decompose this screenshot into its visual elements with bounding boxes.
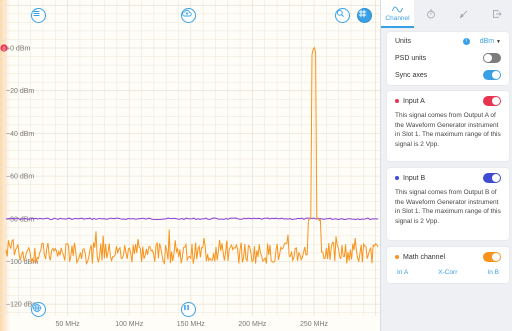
trace-input-b [5,217,379,221]
psd-toggle[interactable] [483,53,501,63]
units-row: Units i dBm ▼ [395,35,501,47]
tab-channel[interactable]: Channel [381,0,414,28]
menu-icon [33,11,40,16]
input-a-description: This signal comes from Output A of the W… [395,112,501,148]
toggle-knob [492,97,500,105]
side-panel: Channel Units i dBm ▼ PSD units Sync axe… [380,0,512,331]
sync-axes-toggle[interactable] [483,70,501,80]
crosshair-icon [358,9,367,18]
y-tick-label: −40 dBm [6,131,34,138]
x-tick-label: 250 MHz [300,321,329,328]
stopwatch-icon [426,9,435,19]
input-a-header: Input A [395,95,501,107]
math-channel-header: Math channel [395,251,501,263]
panel-tabs: Channel [381,0,512,28]
autoscale-icon [32,303,42,313]
input-a-color-dot [395,99,399,103]
units-value: dBm [479,37,495,45]
units-label: Units [395,37,411,45]
math-input-a-select[interactable]: In A [397,269,408,276]
ruler-icon [459,10,467,19]
autoscale-button[interactable] [31,302,46,317]
math-channel-label: Math channel [403,253,446,261]
psd-row: PSD units [395,52,501,64]
sync-axes-label: Sync axes [395,71,428,79]
sync-axes-row: Sync axes [395,69,501,81]
pause-icon [184,305,189,310]
math-operation-select[interactable]: X-Corr [438,269,457,276]
toggle-knob [484,54,492,62]
offset-marker-label: 0 [2,46,5,52]
toggle-knob [492,71,500,79]
pause-button[interactable] [181,302,196,317]
spectrum-analyzer-app: +0 dBm −20 dBm −40 dBm −60 dBm −80 dBm −100 d… [0,0,512,331]
input-b-header: Input B [395,172,501,184]
cloud-icon [182,9,192,17]
x-tick-label: 150 MHz [177,321,206,328]
y-tick-label: −20 dBm [6,88,34,95]
psd-label: PSD units [395,54,427,62]
x-axis-labels: 50 MHz 100 MHz 150 MHz 200 MHz 250 MHz [56,321,329,328]
input-a-card: Input A This signal comes from Output A … [387,91,509,161]
tab-timebase[interactable] [414,0,447,28]
info-icon[interactable]: i [462,37,470,45]
exit-icon [492,10,502,18]
y-tick-label: +0 dBm [6,46,30,53]
input-b-color-dot [395,176,399,180]
input-b-card: Input B This signal comes from Output B … [387,168,509,240]
chevron-down-icon: ▼ [496,38,501,45]
input-a-label: Input A [403,97,425,105]
wave-icon [392,6,403,12]
y-axis-labels: +0 dBm−20 dBm−40 dBm−60 dBm−80 dBm−100 d… [6,46,38,309]
zoom-button[interactable] [335,8,350,23]
input-a-toggle[interactable] [483,96,501,106]
trace-input-a [5,46,379,266]
math-channel-color-dot [395,255,399,259]
toggle-knob [492,174,500,182]
tab-measure[interactable] [447,0,480,28]
math-input-b-select[interactable]: In B [487,269,499,276]
math-channel-toggle[interactable] [483,252,501,262]
math-channel-card: Math channel In A X-Corr In B [387,247,509,283]
math-operands: In A X-Corr In B [397,269,499,276]
spectrum-plot[interactable]: +0 dBm −20 dBm −40 dBm −60 dBm −80 dBm −100 d… [0,0,380,331]
plot-grid [0,0,380,316]
settings-card: Units i dBm ▼ PSD units Sync axes [387,32,509,85]
tab-export[interactable] [480,0,512,28]
menu-button[interactable] [31,8,46,23]
cloud-button[interactable] [181,8,196,23]
input-b-label: Input B [403,174,426,182]
y-tick-label: −60 dBm [6,174,34,181]
x-tick-label: 200 MHz [238,321,267,328]
input-b-description: This signal comes from Output B of the W… [395,189,501,225]
x-tick-label: 50 MHz [56,321,81,328]
plot-canvas[interactable]: +0 dBm−20 dBm−40 dBm−60 dBm−80 dBm−100 d… [0,0,380,331]
x-tick-label: 100 MHz [115,321,144,328]
units-select[interactable]: dBm ▼ [480,38,501,45]
input-b-toggle[interactable] [483,173,501,183]
tab-channel-label: Channel [385,14,410,22]
toggle-knob [492,253,500,261]
cursor-button[interactable] [357,8,372,23]
zoom-icon [336,9,344,17]
